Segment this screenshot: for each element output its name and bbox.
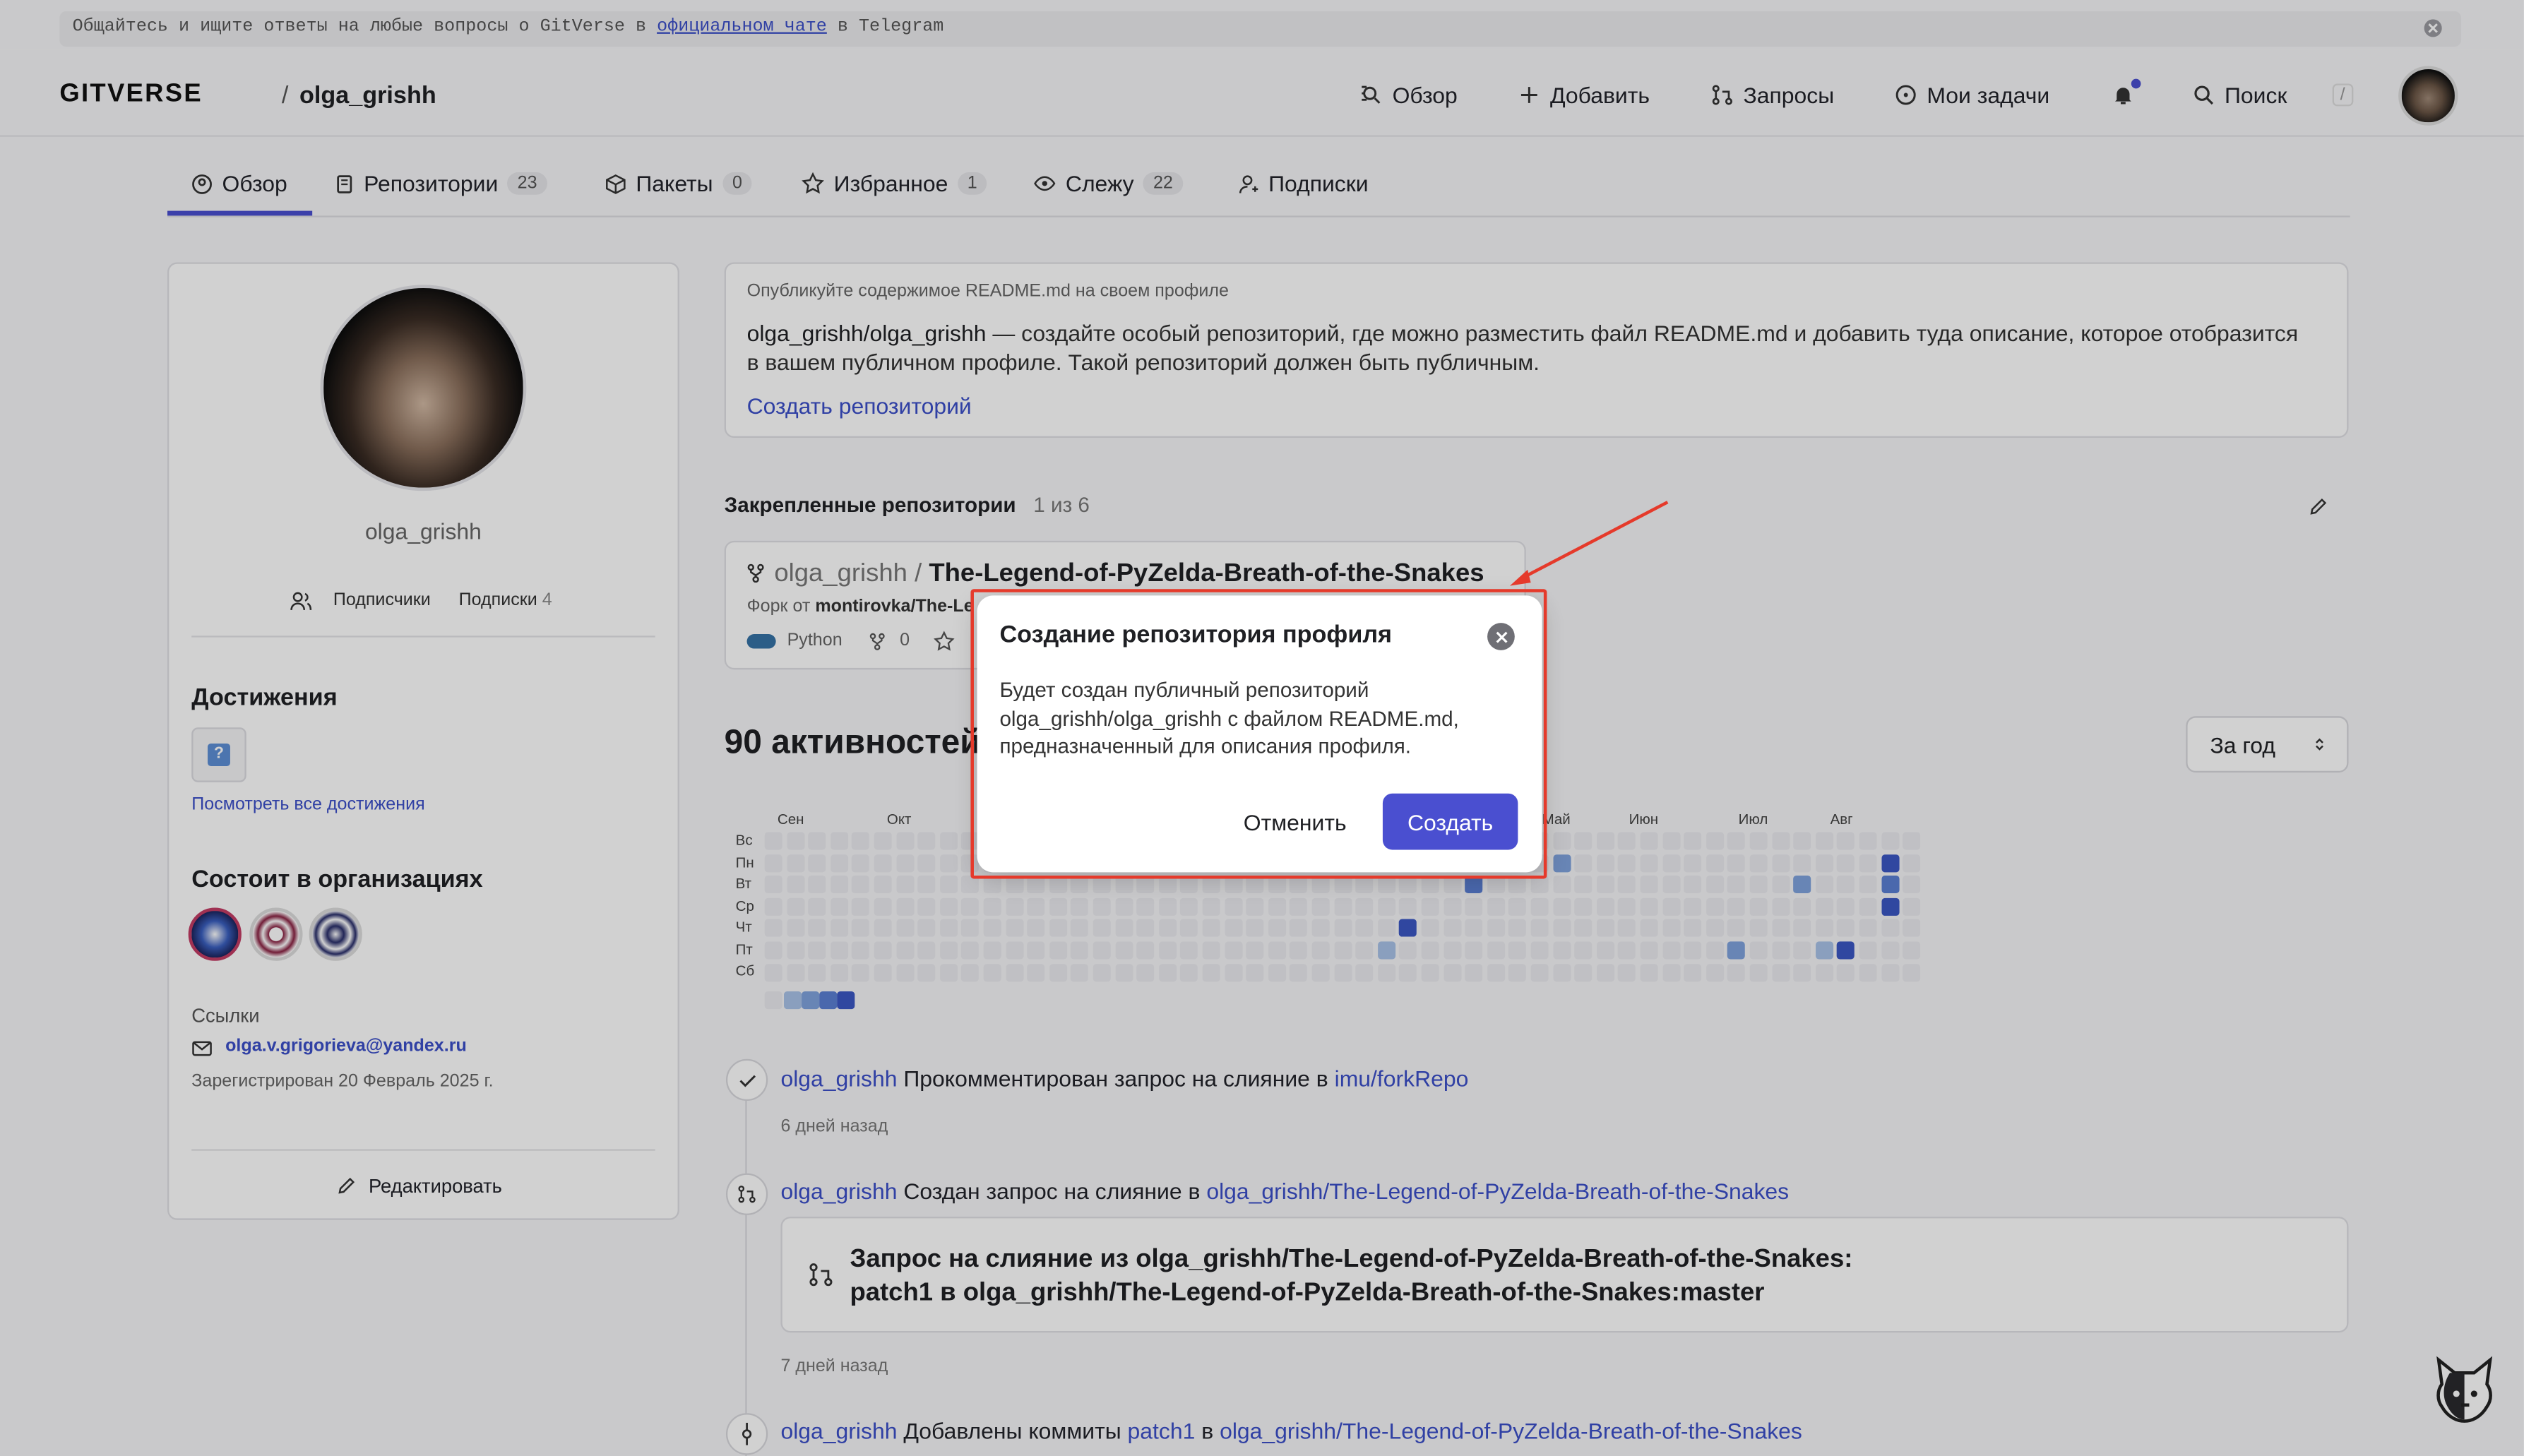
annotation-arrow-icon bbox=[1509, 501, 1669, 586]
